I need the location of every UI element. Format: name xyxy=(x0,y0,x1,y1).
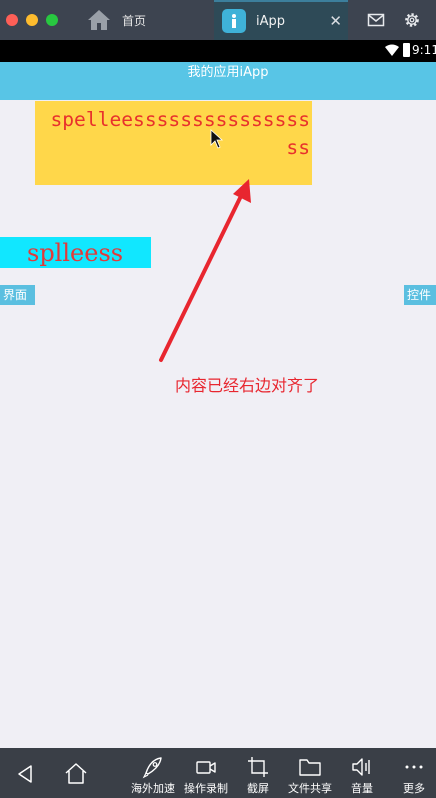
emulator-window: 首页 iApp ✕ 9:11 我的应用iApp spelleesssssssss… xyxy=(0,0,436,798)
folder-icon xyxy=(299,759,321,776)
video-camera-icon xyxy=(196,761,216,774)
rocket-icon xyxy=(142,757,162,779)
cyan-text-content: splleess xyxy=(27,239,124,267)
close-window-button[interactable] xyxy=(6,14,18,26)
status-bar xyxy=(0,40,436,62)
record-operation-button[interactable]: 操作录制 xyxy=(180,755,232,795)
toolbar-label: 更多 xyxy=(403,782,425,795)
volume-button[interactable]: 音量 xyxy=(344,755,380,795)
mail-icon[interactable] xyxy=(367,12,385,28)
more-button[interactable]: 更多 xyxy=(398,755,430,795)
home-icon xyxy=(88,10,110,30)
toolbar-label: 文件共享 xyxy=(288,782,332,795)
crop-icon xyxy=(248,757,268,777)
yellow-text-content: spelleesssssssssssssssss xyxy=(50,108,310,159)
toolbar-label: 操作录制 xyxy=(184,782,228,795)
more-dots-icon xyxy=(405,765,423,769)
screenshot-button[interactable]: 截屏 xyxy=(240,755,276,795)
maximize-window-button[interactable] xyxy=(46,14,58,26)
toolbar-label: 音量 xyxy=(351,782,373,795)
app-title: 我的应用iApp xyxy=(187,65,269,80)
gear-icon[interactable] xyxy=(403,11,421,29)
iapp-logo-icon xyxy=(222,9,246,33)
tab-home-label: 首页 xyxy=(122,13,147,28)
back-icon[interactable] xyxy=(16,764,34,784)
overseas-accel-button[interactable]: 海外加速 xyxy=(128,755,178,795)
interface-button[interactable]: 界面 xyxy=(0,285,35,305)
tab-home[interactable]: 首页 xyxy=(84,4,212,36)
tab-close-icon[interactable]: ✕ xyxy=(329,13,342,29)
controls-button[interactable]: 控件 xyxy=(404,285,436,305)
toolbar-label: 海外加速 xyxy=(131,782,175,795)
battery-icon xyxy=(403,43,410,57)
yellow-text-view[interactable]: spelleesssssssssssssssss xyxy=(35,101,312,185)
file-share-button[interactable]: 文件共享 xyxy=(284,755,336,795)
tab-iapp-label: iApp xyxy=(256,13,286,29)
status-time: 9:11 xyxy=(412,43,436,57)
toolbar-label: 截屏 xyxy=(247,782,269,795)
tab-iapp[interactable]: iApp ✕ xyxy=(214,0,348,40)
minimize-window-button[interactable] xyxy=(26,14,38,26)
android-home-icon[interactable] xyxy=(64,762,88,784)
speaker-icon xyxy=(352,758,370,776)
annotation-text: 内容已经右边对齐了 xyxy=(175,376,320,395)
wifi-icon xyxy=(385,44,399,56)
